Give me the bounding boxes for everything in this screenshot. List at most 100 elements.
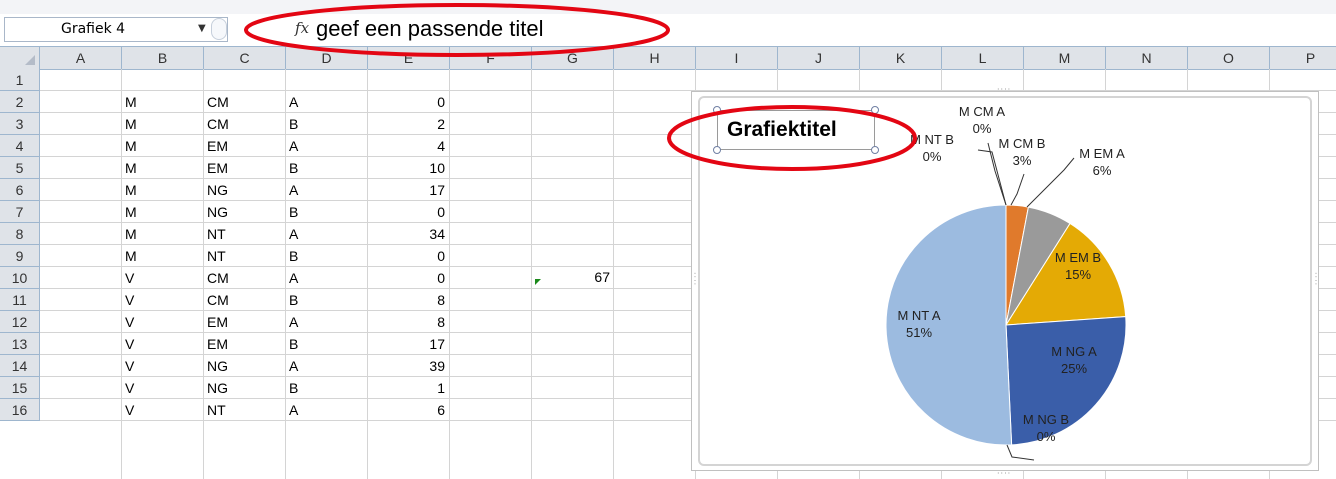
cell-d7[interactable]: B [289,201,365,223]
cell-c9[interactable]: NT [207,245,283,267]
cell-e11[interactable]: 8 [368,289,445,311]
cell-c12[interactable]: EM [207,311,283,333]
data-label-label[interactable]: M EM B [1055,250,1101,265]
cell-e16[interactable]: 6 [368,399,445,421]
cell-d9[interactable]: B [289,245,365,267]
cell-b6[interactable]: M [125,179,201,201]
row-header-13[interactable]: 13 [0,333,40,355]
cell-d2[interactable]: A [289,91,365,113]
row-header-10[interactable]: 10 [0,267,40,289]
cell-c2[interactable]: CM [207,91,283,113]
row-header-11[interactable]: 11 [0,289,40,311]
cell-e6[interactable]: 17 [368,179,445,201]
cell-d15[interactable]: B [289,377,365,399]
column-header-e[interactable]: E [368,47,450,69]
cell-c16[interactable]: NT [207,399,283,421]
cell-d8[interactable]: A [289,223,365,245]
row-header-3[interactable]: 3 [0,113,40,135]
column-header-p[interactable]: P [1270,47,1336,69]
row-header-5[interactable]: 5 [0,157,40,179]
cell-e7[interactable]: 0 [368,201,445,223]
cell-c8[interactable]: NT [207,223,283,245]
cell-c10[interactable]: CM [207,267,283,289]
cell-b12[interactable]: V [125,311,201,333]
cell-c13[interactable]: EM [207,333,283,355]
cell-e1[interactable] [368,69,445,91]
cell-b13[interactable]: V [125,333,201,355]
cell-d6[interactable]: A [289,179,365,201]
row-header-2[interactable]: 2 [0,91,40,113]
select-all-corner[interactable] [0,47,40,69]
cell-b8[interactable]: M [125,223,201,245]
data-label-label[interactable]: M NT B [910,132,954,147]
cell-b7[interactable]: M [125,201,201,223]
column-header-b[interactable]: B [122,47,204,69]
cell-e8[interactable]: 34 [368,223,445,245]
row-header-4[interactable]: 4 [0,135,40,157]
cell-b9[interactable]: M [125,245,201,267]
cell-e4[interactable]: 4 [368,135,445,157]
cell-c11[interactable]: CM [207,289,283,311]
pie-slice-m-nt-a[interactable] [885,204,1013,446]
data-label-label[interactable]: M NT A [897,308,940,323]
insert-function-icon[interactable]: fx [295,19,309,37]
cell-c1[interactable] [207,69,283,91]
name-box[interactable]: Grafiek 4 ▼ [4,17,228,42]
data-label-pct[interactable]: 25% [1061,361,1087,376]
column-header-n[interactable]: N [1106,47,1188,69]
cell-c5[interactable]: EM [207,157,283,179]
cell-d1[interactable] [289,69,365,91]
cell-d12[interactable]: A [289,311,365,333]
formula-input[interactable]: geef een passende titel [316,16,544,42]
column-header-o[interactable]: O [1188,47,1270,69]
cell-g9[interactable]: 67 [533,266,610,288]
cell-b14[interactable]: V [125,355,201,377]
spreadsheet-grid[interactable]: ABCDEFGHIJKLMNOP 1 2 3 4 5 6 7 8 9 10 11 12 13 14 15 16… [0,47,1336,479]
cell-d14[interactable]: A [289,355,365,377]
cell-e5[interactable]: 10 [368,157,445,179]
pie-chart-object[interactable]: ···· ···· ···· ···· Grafiektitel M CM A0… [690,85,1320,478]
column-header-l[interactable]: L [942,47,1024,69]
data-label-label[interactable]: M EM A [1079,146,1125,161]
cell-e14[interactable]: 39 [368,355,445,377]
cell-d4[interactable]: A [289,135,365,157]
data-label-pct[interactable]: 51% [906,325,932,340]
error-indicator-icon[interactable] [535,279,541,285]
cell-e9[interactable]: 0 [368,245,445,267]
cell-b10[interactable]: V [125,267,201,289]
column-header-h[interactable]: H [614,47,696,69]
data-label-pct[interactable]: 0% [973,121,992,136]
formula-expand-button[interactable] [211,18,227,40]
row-header-14[interactable]: 14 [0,355,40,377]
data-label-pct[interactable]: 0% [1037,429,1056,444]
column-header-k[interactable]: K [860,47,942,69]
cell-e13[interactable]: 17 [368,333,445,355]
cell-b16[interactable]: V [125,399,201,421]
data-label-label[interactable]: M CM B [999,136,1046,151]
row-header-12[interactable]: 12 [0,311,40,333]
cell-d16[interactable]: A [289,399,365,421]
column-header-a[interactable]: A [40,47,122,69]
cell-c4[interactable]: EM [207,135,283,157]
cell-b1[interactable] [125,69,201,91]
cell-b15[interactable]: V [125,377,201,399]
row-header-1[interactable]: 1 [0,69,40,91]
data-label-label[interactable]: M CM A [959,104,1006,119]
cell-e2[interactable]: 0 [368,91,445,113]
cell-c7[interactable]: NG [207,201,283,223]
name-box-dropdown-icon[interactable]: ▼ [198,23,206,34]
data-label-label[interactable]: M NG B [1023,412,1069,427]
column-header-d[interactable]: D [286,47,368,69]
cell-d11[interactable]: B [289,289,365,311]
cell-e12[interactable]: 8 [368,311,445,333]
column-header-g[interactable]: G [532,47,614,69]
data-label-label[interactable]: M NG A [1051,344,1097,359]
data-label-pct[interactable]: 15% [1065,267,1091,282]
cell-d13[interactable]: B [289,333,365,355]
cell-d10[interactable]: A [289,267,365,289]
cell-b2[interactable]: M [125,91,201,113]
cell-b11[interactable]: V [125,289,201,311]
cell-c15[interactable]: NG [207,377,283,399]
row-header-8[interactable]: 8 [0,223,40,245]
row-header-15[interactable]: 15 [0,377,40,399]
